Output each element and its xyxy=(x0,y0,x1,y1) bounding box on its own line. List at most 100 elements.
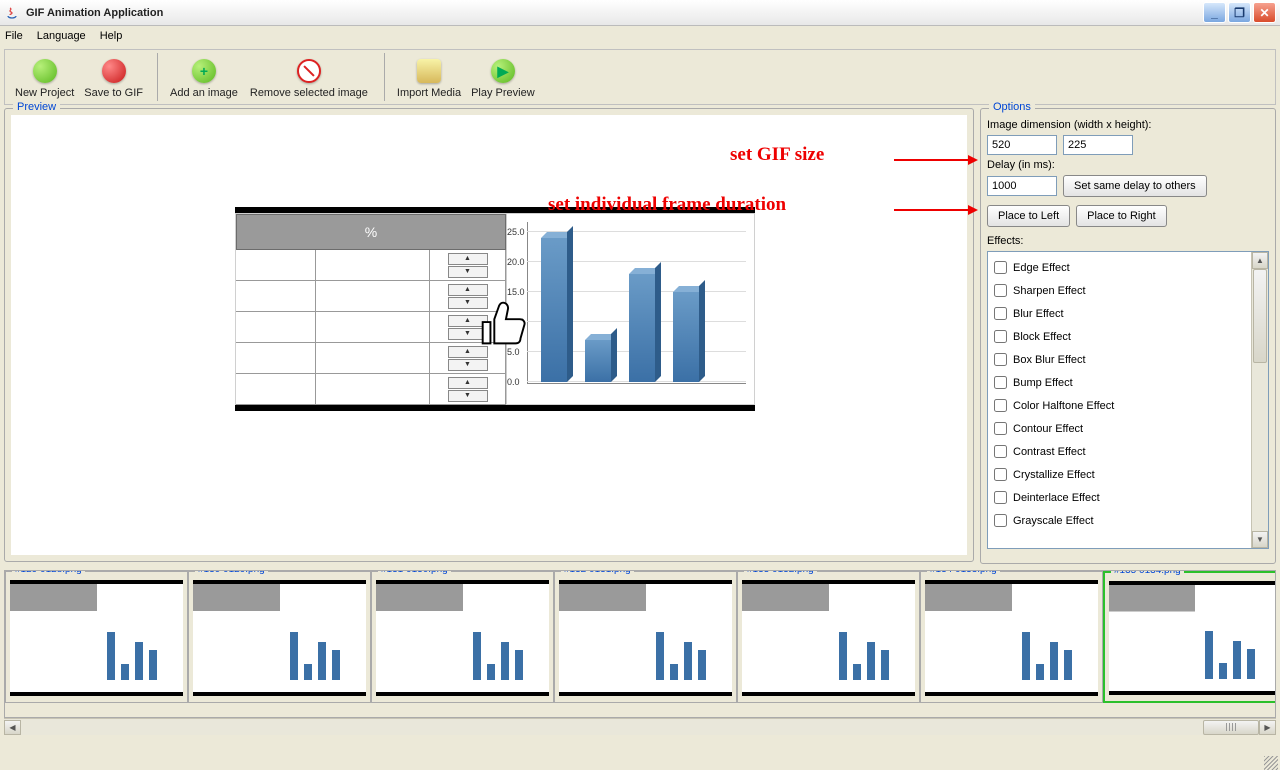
y-tick-label: 20.0 xyxy=(507,257,525,267)
effect-item[interactable]: Color Halftone Effect xyxy=(994,394,1244,417)
frame-label: #133 0132.png xyxy=(744,570,817,575)
timeline-frame[interactable]: #129 0128.png xyxy=(5,571,188,703)
timeline-frame[interactable]: #133 0132.png xyxy=(737,571,920,703)
frame-thumbnail xyxy=(559,580,732,696)
preview-label: Preview xyxy=(13,101,60,113)
effect-checkbox[interactable] xyxy=(994,445,1007,458)
play-preview-label: Play Preview xyxy=(471,87,535,99)
effect-item[interactable]: Crystallize Effect xyxy=(994,463,1244,486)
remove-image-icon xyxy=(297,59,321,83)
effect-checkbox[interactable] xyxy=(994,491,1007,504)
effect-label: Contour Effect xyxy=(1013,423,1083,435)
add-image-button[interactable]: + Add an image xyxy=(166,53,242,101)
effect-item[interactable]: Block Effect xyxy=(994,325,1244,348)
effect-item[interactable]: Contour Effect xyxy=(994,417,1244,440)
effect-label: Blur Effect xyxy=(1013,308,1064,320)
spinner-up-icon[interactable] xyxy=(448,253,488,265)
timeline-frame[interactable]: #135 0134.png xyxy=(1103,571,1276,703)
scroll-up-button[interactable]: ▲ xyxy=(1252,252,1268,269)
delay-label: Delay (in ms): xyxy=(987,159,1055,171)
effect-label: Color Halftone Effect xyxy=(1013,400,1114,412)
preview-table-header: % xyxy=(236,214,506,250)
spinner-down-icon[interactable] xyxy=(448,390,488,402)
scroll-hthumb[interactable] xyxy=(1203,720,1259,735)
spinner-up-icon[interactable] xyxy=(448,377,488,389)
scroll-right-button[interactable]: ▶ xyxy=(1259,720,1276,735)
import-media-button[interactable]: Import Media xyxy=(393,53,465,101)
effects-label: Effects: xyxy=(987,235,1023,247)
save-gif-button[interactable]: Save to GIF xyxy=(80,53,147,101)
menu-bar: File Language Help xyxy=(0,26,1280,46)
frame-thumbnail xyxy=(1109,581,1276,695)
timeline-frame[interactable]: #134 0133.png xyxy=(920,571,1103,703)
timeline-frame[interactable]: #130 0129.png xyxy=(188,571,371,703)
effect-item[interactable]: Blur Effect xyxy=(994,302,1244,325)
effect-checkbox[interactable] xyxy=(994,330,1007,343)
new-project-button[interactable]: New Project xyxy=(11,53,78,101)
effect-item[interactable]: Bump Effect xyxy=(994,371,1244,394)
frame-thumbnail xyxy=(376,580,549,696)
preview-chart: 0.05.010.015.020.025.0 xyxy=(507,214,754,404)
scroll-down-button[interactable]: ▼ xyxy=(1252,531,1268,548)
effect-item[interactable]: Sharpen Effect xyxy=(994,279,1244,302)
table-row xyxy=(236,250,506,281)
thumbs-up-icon xyxy=(473,293,535,367)
place-right-button[interactable]: Place to Right xyxy=(1076,205,1166,227)
height-input[interactable] xyxy=(1063,135,1133,155)
add-image-label: Add an image xyxy=(170,87,238,99)
chart-bar xyxy=(673,292,699,382)
play-preview-button[interactable]: ▶ Play Preview xyxy=(467,53,539,101)
effect-item[interactable]: Edge Effect xyxy=(994,256,1244,279)
chart-bar xyxy=(541,238,567,382)
menu-file[interactable]: File xyxy=(5,30,23,42)
effect-checkbox[interactable] xyxy=(994,468,1007,481)
effect-checkbox[interactable] xyxy=(994,307,1007,320)
timeline-frame[interactable]: #131 0130.png xyxy=(371,571,554,703)
effect-checkbox[interactable] xyxy=(994,353,1007,366)
annotation-frame-duration: set individual frame duration xyxy=(548,194,786,216)
effect-item[interactable]: Box Blur Effect xyxy=(994,348,1244,371)
frame-label: #129 0128.png xyxy=(12,570,85,575)
table-row xyxy=(236,312,506,343)
remove-image-button[interactable]: Remove selected image xyxy=(244,53,374,101)
scroll-left-button[interactable]: ◀ xyxy=(4,720,21,735)
frame-thumbnail xyxy=(925,580,1098,696)
delay-input[interactable] xyxy=(987,176,1057,196)
resize-grip[interactable] xyxy=(1264,756,1278,770)
y-tick-label: 0.0 xyxy=(507,377,520,387)
effect-checkbox[interactable] xyxy=(994,422,1007,435)
frame-thumbnail xyxy=(10,580,183,696)
java-icon xyxy=(4,5,20,21)
effect-checkbox[interactable] xyxy=(994,284,1007,297)
maximize-button[interactable]: ❐ xyxy=(1228,2,1251,23)
table-row xyxy=(236,374,506,405)
minimize-button[interactable]: _ xyxy=(1203,2,1226,23)
close-button[interactable]: ✕ xyxy=(1253,2,1276,23)
width-input[interactable] xyxy=(987,135,1057,155)
frame-label: #131 0130.png xyxy=(378,570,451,575)
timeline-frame[interactable]: #132 0131.png xyxy=(554,571,737,703)
scroll-track[interactable] xyxy=(21,720,1259,735)
effect-item[interactable]: Contrast Effect xyxy=(994,440,1244,463)
same-delay-button[interactable]: Set same delay to others xyxy=(1063,175,1207,197)
preview-fieldset: Preview % xyxy=(4,108,974,562)
effect-item[interactable]: Deinterlace Effect xyxy=(994,486,1244,509)
menu-help[interactable]: Help xyxy=(100,30,123,42)
remove-image-label: Remove selected image xyxy=(250,87,368,99)
effect-item[interactable]: Grayscale Effect xyxy=(994,509,1244,532)
scroll-thumb[interactable] xyxy=(1253,269,1267,363)
effect-checkbox[interactable] xyxy=(994,261,1007,274)
dim-label: Image dimension (width x height): xyxy=(987,119,1151,131)
new-project-icon xyxy=(33,59,57,83)
effect-checkbox[interactable] xyxy=(994,376,1007,389)
menu-language[interactable]: Language xyxy=(37,30,86,42)
place-left-button[interactable]: Place to Left xyxy=(987,205,1070,227)
spinner-down-icon[interactable] xyxy=(448,266,488,278)
effects-scrollbar[interactable]: ▲ ▼ xyxy=(1251,252,1268,548)
effect-checkbox[interactable] xyxy=(994,399,1007,412)
effect-label: Block Effect xyxy=(1013,331,1071,343)
effect-checkbox[interactable] xyxy=(994,514,1007,527)
timeline-scrollbar[interactable]: ◀ ▶ xyxy=(4,718,1276,735)
effect-label: Box Blur Effect xyxy=(1013,354,1086,366)
timeline: #129 0128.png #130 0129.png #131 0130.png #… xyxy=(4,570,1276,718)
